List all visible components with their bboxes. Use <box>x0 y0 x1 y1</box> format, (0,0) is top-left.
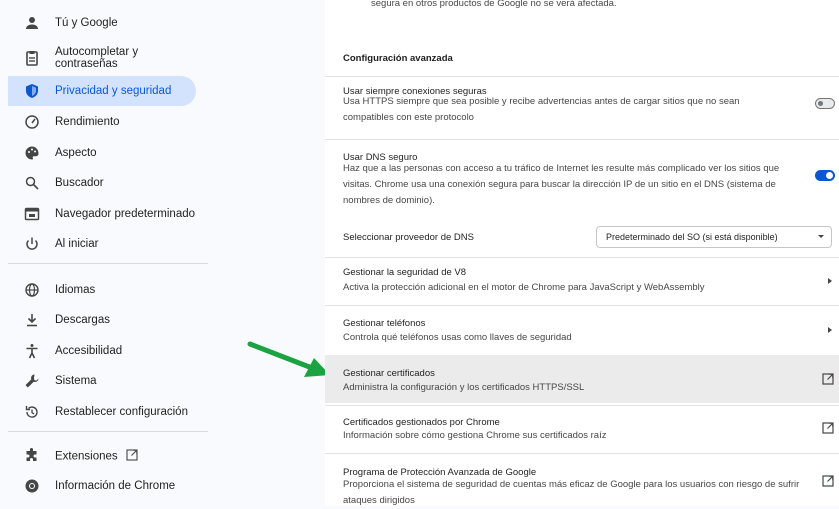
chrome-certificates-row[interactable]: Certificados gestionados por Chrome Info… <box>325 405 839 451</box>
sidebar-item-label: Navegador predeterminado <box>55 208 196 220</box>
toggle-knob <box>826 172 833 179</box>
advanced-protection-description: Proporciona el sistema de seguridad de c… <box>343 479 800 506</box>
dns-provider-row: Seleccionar proveedor de DNS Predetermin… <box>325 220 839 254</box>
sidebar-item-label: Aspecto <box>55 147 97 159</box>
v8-security-title: Gestionar la seguridad de V8 <box>343 267 467 278</box>
globe-icon <box>24 282 40 298</box>
top-truncated-text: segura en otros productos de Google no s… <box>371 0 617 9</box>
https-row[interactable]: Usar siempre conexiones seguras Usa HTTP… <box>325 76 839 136</box>
open-in-new-icon[interactable] <box>822 422 834 434</box>
sidebar-item-privacy[interactable]: Privacidad y seguridad <box>8 76 196 106</box>
sidebar-divider <box>8 431 208 432</box>
section-title-advanced: Configuración avanzada <box>343 53 453 64</box>
wrench-icon <box>24 373 40 389</box>
row-divider <box>325 139 839 140</box>
sidebar-item-on-startup[interactable]: Al iniciar <box>8 229 196 259</box>
chrome-certificates-description: Información sobre cómo gestiona Chrome s… <box>343 430 607 441</box>
sidebar-item-label: Tú y Google <box>55 17 118 29</box>
row-divider <box>325 453 839 454</box>
sidebar-divider <box>8 263 208 264</box>
extensions-label: Extensiones <box>55 450 118 463</box>
open-in-new-icon[interactable] <box>822 475 834 487</box>
sidebar-item-label: Al iniciar <box>55 238 99 250</box>
manage-phones-description: Controla qué teléfonos usas como llaves … <box>343 332 572 343</box>
v8-security-row[interactable]: Gestionar la seguridad de V8 Activa la p… <box>325 257 839 303</box>
sidebar-item-accessibility[interactable]: Accesibilidad <box>8 336 196 366</box>
shield-icon <box>24 83 40 99</box>
sidebar-item-you-and-google[interactable]: Tú y Google <box>8 8 196 38</box>
accessibility-icon <box>24 343 40 359</box>
row-divider <box>325 405 839 406</box>
chevron-down-icon <box>818 235 824 238</box>
sidebar-item-default-browser[interactable]: Navegador predeterminado <box>8 199 196 229</box>
sidebar-item-system[interactable]: Sistema <box>8 366 196 396</box>
https-description: Usa HTTPS siempre que sea posible y reci… <box>343 96 740 123</box>
puzzle-icon <box>24 448 40 464</box>
sidebar-item-autofill[interactable]: Autocompletar y contraseñas <box>8 43 196 73</box>
sidebar-item-performance[interactable]: Rendimiento <box>8 107 196 137</box>
manage-phones-row[interactable]: Gestionar teléfonos Controla qué teléfon… <box>325 305 839 351</box>
browser-icon <box>24 206 40 222</box>
manage-certificates-title: Gestionar certificados <box>343 368 435 379</box>
sidebar-item-search-engine[interactable]: Buscador <box>8 168 196 198</box>
chrome-certificates-title: Certificados gestionados por Chrome <box>343 417 500 428</box>
toggle-knob <box>818 101 823 106</box>
chrome-icon <box>24 478 40 494</box>
row-divider <box>325 305 839 306</box>
dns-provider-select[interactable]: Predeterminado del SO (si está disponibl… <box>596 226 832 248</box>
secure-dns-description: Haz que a las personas con acceso a tu t… <box>343 163 780 206</box>
secure-dns-row[interactable]: Usar DNS seguro Haz que a las personas c… <box>325 139 839 217</box>
chevron-right-icon[interactable] <box>828 278 832 284</box>
advanced-protection-row[interactable]: Programa de Protección Avanzada de Googl… <box>325 453 839 506</box>
https-toggle[interactable] <box>815 98 835 109</box>
row-divider <box>325 76 839 77</box>
sidebar-item-reset-settings[interactable]: Restablecer configuración <box>8 397 196 427</box>
sidebar-item-label: Extensiones <box>55 448 138 464</box>
dns-provider-value: Predeterminado del SO (si está disponibl… <box>606 232 778 242</box>
sidebar-item-label: Idiomas <box>55 284 96 296</box>
sidebar-item-label: Información de Chrome <box>55 480 176 492</box>
sidebar-item-languages[interactable]: Idiomas <box>8 275 196 305</box>
sidebar-item-downloads[interactable]: Descargas <box>8 305 196 335</box>
chevron-right-icon[interactable] <box>828 327 832 333</box>
person-icon <box>24 15 40 31</box>
sidebar-item-label: Buscador <box>55 177 104 189</box>
sidebar-item-about-chrome[interactable]: Información de Chrome <box>8 471 196 501</box>
sidebar-item-label: Privacidad y seguridad <box>55 85 172 97</box>
reset-icon <box>24 404 40 420</box>
secure-dns-toggle[interactable] <box>815 170 835 181</box>
sidebar-item-label: Rendimiento <box>55 116 120 128</box>
sidebar-item-appearance[interactable]: Aspecto <box>8 138 196 168</box>
sidebar-item-label: Restablecer configuración <box>55 406 188 418</box>
open-in-new-icon[interactable] <box>822 373 834 385</box>
palette-icon <box>24 145 40 161</box>
speedometer-icon <box>24 114 40 130</box>
sidebar: Tú y Google Autocompletar y contraseñas … <box>0 0 210 506</box>
download-icon <box>24 312 40 328</box>
settings-card: segura en otros productos de Google no s… <box>325 0 839 506</box>
manage-certificates-description: Administra la configuración y los certif… <box>343 382 585 393</box>
row-divider <box>325 257 839 258</box>
sidebar-item-label: Sistema <box>55 375 97 387</box>
dns-provider-label: Seleccionar proveedor de DNS <box>343 232 474 243</box>
sidebar-item-extensions[interactable]: Extensiones <box>8 441 196 471</box>
manage-certificates-row[interactable]: Gestionar certificados Administra la con… <box>325 355 839 403</box>
sidebar-item-label: Accesibilidad <box>55 345 123 357</box>
open-in-new-icon[interactable] <box>126 448 138 464</box>
clipboard-icon <box>24 50 40 66</box>
sidebar-item-label: Autocompletar y contraseñas <box>55 46 139 70</box>
manage-phones-title: Gestionar teléfonos <box>343 318 426 329</box>
sidebar-item-label: Descargas <box>55 314 110 326</box>
power-icon <box>24 236 40 252</box>
search-icon <box>24 175 40 191</box>
v8-security-description: Activa la protección adicional en el mot… <box>343 282 705 293</box>
annotation-arrow-icon <box>247 341 330 377</box>
